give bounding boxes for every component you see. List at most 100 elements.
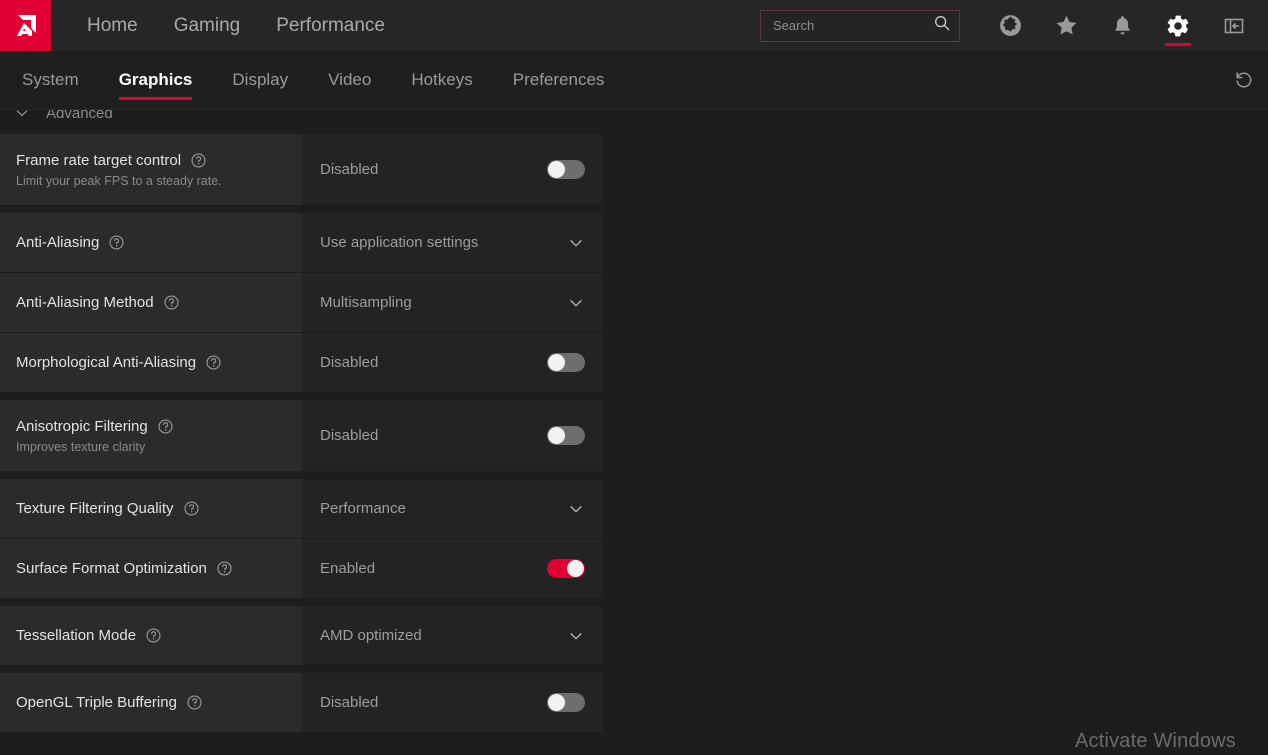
tab-system[interactable]: System <box>8 51 93 109</box>
help-icon[interactable] <box>183 500 200 517</box>
toggle-knob <box>548 694 565 711</box>
reset-icon[interactable] <box>1220 51 1268 109</box>
setting-value-panel: Multisampling <box>302 273 603 332</box>
setting-row-anti-aliasing-method[interactable]: Anti-Aliasing Method Multisampling <box>0 272 603 332</box>
setting-label: Texture Filtering Quality <box>16 500 174 517</box>
help-icon[interactable] <box>157 418 174 435</box>
setting-label-panel: Anti-Aliasing Method <box>0 273 302 332</box>
chevron-down-icon[interactable] <box>567 627 585 645</box>
setting-label-panel: Morphological Anti-Aliasing <box>0 333 302 392</box>
section-header-advanced[interactable]: Advanced <box>0 110 1268 134</box>
search-icon <box>933 14 951 37</box>
tab-video[interactable]: Video <box>314 51 385 109</box>
settings-group: Tessellation Mode AMD optimized <box>0 606 603 665</box>
setting-label: Surface Format Optimization <box>16 560 207 577</box>
toggle-knob <box>548 427 565 444</box>
toggle-knob <box>567 560 584 577</box>
setting-label-panel: Anisotropic Filtering Improves texture c… <box>0 400 302 471</box>
setting-label-panel: OpenGL Triple Buffering <box>0 673 302 732</box>
nav-item-home[interactable]: Home <box>69 0 156 51</box>
setting-label-panel: Texture Filtering Quality <box>0 479 302 538</box>
setting-row-tessellation-mode[interactable]: Tessellation Mode AMD optimized <box>0 606 603 665</box>
tab-display[interactable]: Display <box>218 51 302 109</box>
settings-group: Anisotropic Filtering Improves texture c… <box>0 400 603 471</box>
setting-toggle[interactable] <box>547 353 585 372</box>
help-icon[interactable] <box>186 694 203 711</box>
setting-row-surface-format-optimization[interactable]: Surface Format Optimization Enabled <box>0 538 603 598</box>
help-icon[interactable] <box>205 354 222 371</box>
setting-row-frame-rate-target-control[interactable]: Frame rate target control Limit your pea… <box>0 134 603 205</box>
gear-icon[interactable] <box>1156 0 1200 51</box>
setting-value-panel: Disabled <box>302 333 603 392</box>
setting-value: Disabled <box>320 354 379 371</box>
settings-group: Texture Filtering Quality Performance Su… <box>0 479 603 598</box>
settings-tab-bar: System Graphics Display Video Hotkeys Pr… <box>0 51 1268 110</box>
toggle-knob <box>548 354 565 371</box>
globe-icon[interactable] <box>988 0 1032 51</box>
bell-icon[interactable] <box>1100 0 1144 51</box>
help-icon[interactable] <box>145 627 162 644</box>
setting-toggle[interactable] <box>547 160 585 179</box>
setting-label: Anti-Aliasing <box>16 234 100 251</box>
settings-group: Frame rate target control Limit your pea… <box>0 134 603 205</box>
tab-preferences[interactable]: Preferences <box>499 51 619 109</box>
setting-label: Anisotropic Filtering <box>16 417 148 435</box>
section-title: Advanced <box>46 110 113 122</box>
tab-hotkeys[interactable]: Hotkeys <box>397 51 486 109</box>
setting-value-panel: Performance <box>302 479 603 538</box>
setting-label-panel: Frame rate target control Limit your pea… <box>0 134 302 205</box>
setting-value: Enabled <box>320 560 376 577</box>
setting-value-panel: AMD optimized <box>302 606 603 665</box>
chevron-down-icon[interactable] <box>567 294 585 312</box>
setting-row-opengl-triple-buffering[interactable]: OpenGL Triple Buffering Disabled <box>0 673 603 732</box>
setting-value: Use application settings <box>320 234 479 251</box>
toggle-knob <box>548 161 565 178</box>
amd-logo-icon[interactable] <box>0 0 51 51</box>
chevron-down-icon[interactable] <box>567 234 585 252</box>
search-input[interactable]: Search <box>773 18 933 33</box>
setting-value: Disabled <box>320 161 379 178</box>
activate-windows-watermark: Activate Windows <box>1074 730 1236 752</box>
setting-label: OpenGL Triple Buffering <box>16 694 177 711</box>
setting-row-anisotropic-filtering[interactable]: Anisotropic Filtering Improves texture c… <box>0 400 603 471</box>
help-icon[interactable] <box>108 234 125 251</box>
setting-value-panel: Disabled <box>302 400 603 471</box>
tab-graphics[interactable]: Graphics <box>105 51 207 109</box>
setting-description: Limit your peak FPS to a steady rate. <box>16 173 222 188</box>
setting-label-panel: Anti-Aliasing <box>0 213 302 272</box>
setting-value: Performance <box>320 500 406 517</box>
setting-row-texture-filtering-quality[interactable]: Texture Filtering Quality Performance <box>0 479 603 538</box>
setting-row-anti-aliasing[interactable]: Anti-Aliasing Use application settings <box>0 213 603 272</box>
help-icon[interactable] <box>163 294 180 311</box>
setting-toggle[interactable] <box>547 426 585 445</box>
setting-label: Anti-Aliasing Method <box>16 294 154 311</box>
setting-description: Improves texture clarity <box>16 439 146 454</box>
setting-value-panel: Use application settings <box>302 213 603 272</box>
help-icon[interactable] <box>190 152 207 169</box>
settings-scroll-area: Advanced Frame rate target control Limit… <box>0 110 1268 740</box>
nav-item-gaming[interactable]: Gaming <box>156 0 259 51</box>
chevron-down-icon <box>14 110 30 121</box>
search-box[interactable]: Search <box>760 9 960 42</box>
nav-item-performance[interactable]: Performance <box>258 0 403 51</box>
top-bar: Home Gaming Performance Search <box>0 0 1268 51</box>
setting-label-panel: Tessellation Mode <box>0 606 302 665</box>
chevron-down-icon[interactable] <box>567 500 585 518</box>
settings-content[interactable]: Advanced Frame rate target control Limit… <box>0 110 1268 755</box>
panel-collapse-icon[interactable] <box>1212 0 1256 51</box>
star-icon[interactable] <box>1044 0 1088 51</box>
setting-toggle[interactable] <box>547 559 585 578</box>
setting-value-panel: Disabled <box>302 134 603 205</box>
help-icon[interactable] <box>216 560 233 577</box>
setting-row-morphological-anti-aliasing[interactable]: Morphological Anti-Aliasing Disabled <box>0 332 603 392</box>
setting-label: Morphological Anti-Aliasing <box>16 354 197 371</box>
setting-label-panel: Surface Format Optimization <box>0 539 302 598</box>
setting-label: Frame rate target control <box>16 151 182 169</box>
setting-value-panel: Enabled <box>302 539 603 598</box>
setting-toggle[interactable] <box>547 693 585 712</box>
setting-label: Tessellation Mode <box>16 627 137 644</box>
primary-nav: Home Gaming Performance <box>69 0 403 51</box>
setting-value: Disabled <box>320 427 379 444</box>
setting-value: AMD optimized <box>320 627 422 644</box>
settings-group: OpenGL Triple Buffering Disabled <box>0 673 603 732</box>
